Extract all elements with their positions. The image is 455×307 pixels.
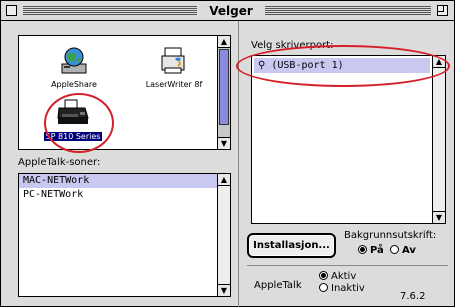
port-list-scrollbar[interactable]: ▲ ▼ — [432, 56, 445, 223]
radio-label: Av — [402, 245, 416, 256]
appletalk-label: AppleTalk — [254, 280, 302, 291]
scroll-down-arrow-icon[interactable]: ▼ — [218, 137, 230, 149]
radio-selected-icon — [358, 245, 367, 254]
radio-unselected-icon — [319, 283, 328, 292]
install-button[interactable]: Installasjon... — [247, 233, 336, 258]
radio-inactive[interactable]: Inaktiv — [319, 283, 365, 295]
scroll-down-arrow-icon[interactable]: ▼ — [218, 284, 230, 296]
radio-selected-icon — [319, 271, 328, 280]
annotation-ring — [44, 93, 114, 153]
annotation-ring — [236, 45, 450, 87]
scroll-down-arrow-icon[interactable]: ▼ — [433, 211, 445, 223]
close-box[interactable] — [6, 5, 17, 16]
device-label: AppleShare — [51, 80, 97, 89]
zones-list: MAC-NETWork PC-NETWork ▲ ▼ — [18, 173, 231, 297]
device-appleshare[interactable]: AppleShare — [44, 46, 104, 89]
horizontal-divider — [247, 265, 448, 266]
background-print-label: Bakgrunnsutskrift: — [344, 230, 437, 241]
radio-unselected-icon — [390, 245, 399, 254]
title-bar-stripes — [23, 6, 197, 16]
appletalk-options: Aktiv Inaktiv — [319, 271, 365, 295]
list-item[interactable]: PC-NETWork — [19, 188, 230, 202]
device-list-scrollbar[interactable]: ▲ ▼ — [217, 36, 230, 149]
device-laserwriter[interactable]: LaserWriter 8f — [129, 46, 219, 89]
scroll-up-arrow-icon[interactable]: ▲ — [218, 36, 230, 48]
zoom-box[interactable] — [437, 5, 448, 16]
radio-label: Inaktiv — [331, 283, 365, 294]
radio-active[interactable]: Aktiv — [319, 271, 365, 283]
scroll-up-arrow-icon[interactable]: ▲ — [218, 174, 230, 186]
title-bar-stripes — [265, 6, 431, 16]
laserwriter-printer-icon — [161, 47, 185, 74]
device-label: LaserWriter 8f — [145, 80, 203, 89]
zones-list-scrollbar[interactable]: ▲ ▼ — [217, 174, 230, 296]
appleshare-globe-icon — [61, 47, 87, 74]
list-item[interactable]: MAC-NETWork — [19, 174, 230, 188]
zones-label: AppleTalk-soner: — [18, 157, 101, 168]
scroll-thumb[interactable] — [219, 49, 229, 125]
radio-off[interactable]: Av — [390, 245, 416, 256]
radio-label: På — [370, 245, 384, 256]
title-bar[interactable]: Velger — [1, 1, 454, 21]
window-title: Velger — [199, 4, 263, 18]
radio-label: Aktiv — [331, 271, 357, 282]
version-label: 7.6.2 — [400, 291, 426, 302]
radio-on[interactable]: På — [358, 245, 384, 256]
background-print-options: På Av — [358, 245, 416, 256]
